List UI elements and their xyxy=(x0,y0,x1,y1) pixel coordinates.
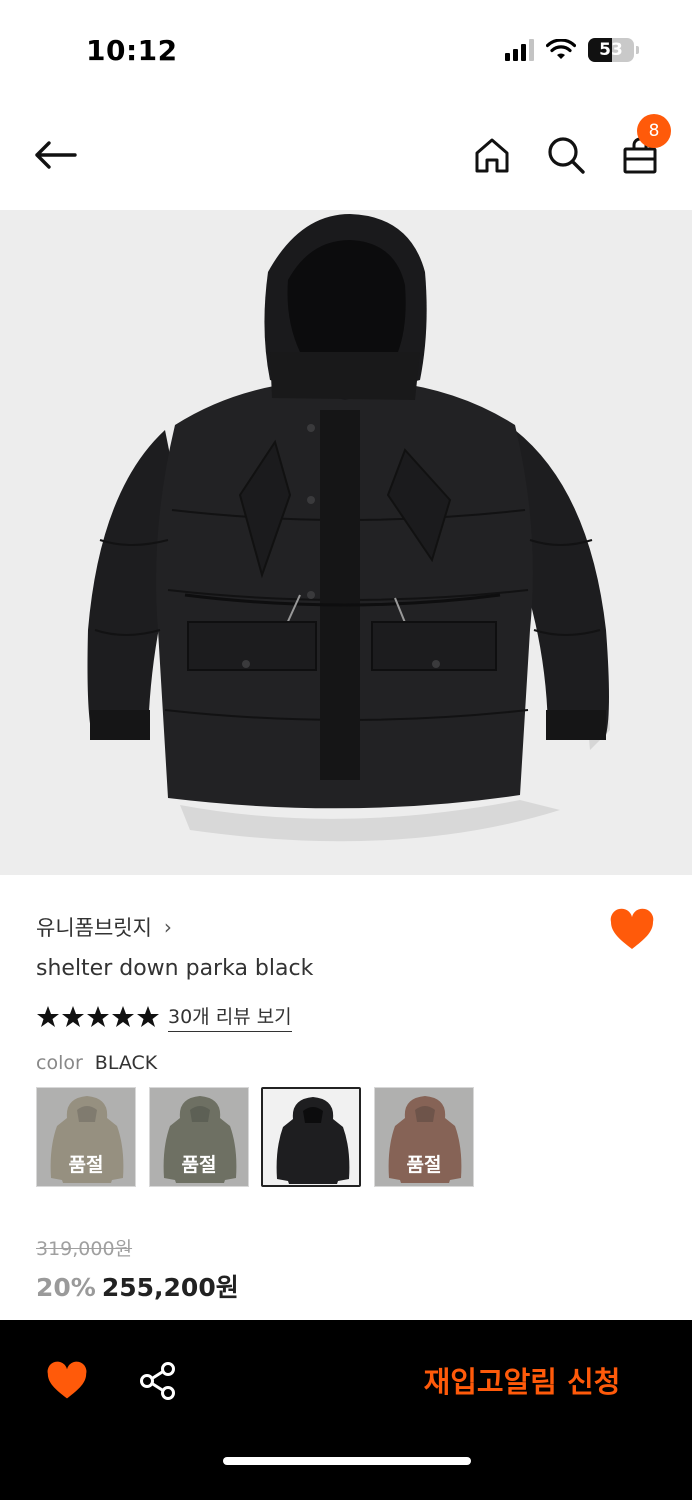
heart-icon xyxy=(47,1361,87,1399)
bottom-wishlist-button[interactable] xyxy=(46,1361,88,1403)
share-icon xyxy=(140,1362,175,1400)
back-button[interactable] xyxy=(30,130,80,180)
chevron-right-icon: › xyxy=(163,915,172,939)
discount-rate: 20% xyxy=(36,1273,96,1302)
sold-out-label: 품절 xyxy=(181,1154,217,1176)
swatch-beige[interactable]: 품절 xyxy=(36,1087,136,1187)
battery-icon: 53 xyxy=(588,38,639,62)
sale-price: 255,200원 xyxy=(101,1273,239,1302)
sold-out-label: 품절 xyxy=(406,1154,442,1176)
sold-out-label: 품절 xyxy=(68,1154,104,1176)
battery-level: 53 xyxy=(599,40,623,60)
heart-icon xyxy=(610,908,654,949)
arrow-left-icon xyxy=(35,141,77,169)
search-button[interactable] xyxy=(541,130,591,180)
original-price: 319,000원 xyxy=(36,1238,133,1260)
swatch-khaki[interactable]: 품절 xyxy=(149,1087,249,1187)
cellular-signal-icon xyxy=(505,39,534,61)
price-row: 20% 255,200원 xyxy=(36,1268,239,1304)
bottom-action-bar: 재입고알림 신청 xyxy=(0,1320,692,1500)
brand-name: 유니폼브릿지 xyxy=(36,916,152,940)
home-icon xyxy=(475,138,509,173)
color-label: color xyxy=(36,1052,83,1074)
home-button[interactable] xyxy=(467,130,517,180)
wishlist-button[interactable] xyxy=(609,908,655,954)
rating-stars xyxy=(36,1005,160,1029)
star-icon xyxy=(87,1006,109,1027)
search-icon xyxy=(548,137,585,174)
star-icon xyxy=(62,1006,84,1027)
brand-link[interactable]: 유니폼브릿지 › xyxy=(36,912,172,942)
parka-thumbnail xyxy=(263,1089,359,1185)
top-nav-bar: 8 xyxy=(0,100,692,210)
star-icon xyxy=(112,1006,134,1027)
cart-count-badge: 8 xyxy=(637,114,671,148)
wifi-icon xyxy=(546,39,576,59)
parka-image xyxy=(87,214,610,842)
home-indicator[interactable] xyxy=(223,1457,471,1465)
rating-row: 30개 리뷰 보기 xyxy=(36,1002,292,1032)
swatch-black[interactable] xyxy=(261,1087,361,1187)
status-bar: 10:12 53 xyxy=(0,0,692,100)
reviews-link[interactable]: 30개 리뷰 보기 xyxy=(168,1002,292,1032)
status-time: 10:12 xyxy=(86,34,178,67)
share-button[interactable] xyxy=(138,1361,178,1401)
star-icon xyxy=(37,1006,59,1027)
product-image[interactable] xyxy=(0,210,692,875)
color-row: color BLACK xyxy=(36,1052,157,1074)
status-icons: 53 xyxy=(505,38,639,62)
cart-button[interactable]: 8 xyxy=(615,114,671,180)
color-value: BLACK xyxy=(94,1052,158,1074)
swatch-brown[interactable]: 품절 xyxy=(374,1087,474,1187)
restock-alert-button[interactable]: 재입고알림 신청 xyxy=(408,1360,636,1404)
product-name: shelter down parka black xyxy=(36,956,314,981)
star-icon xyxy=(137,1006,159,1027)
